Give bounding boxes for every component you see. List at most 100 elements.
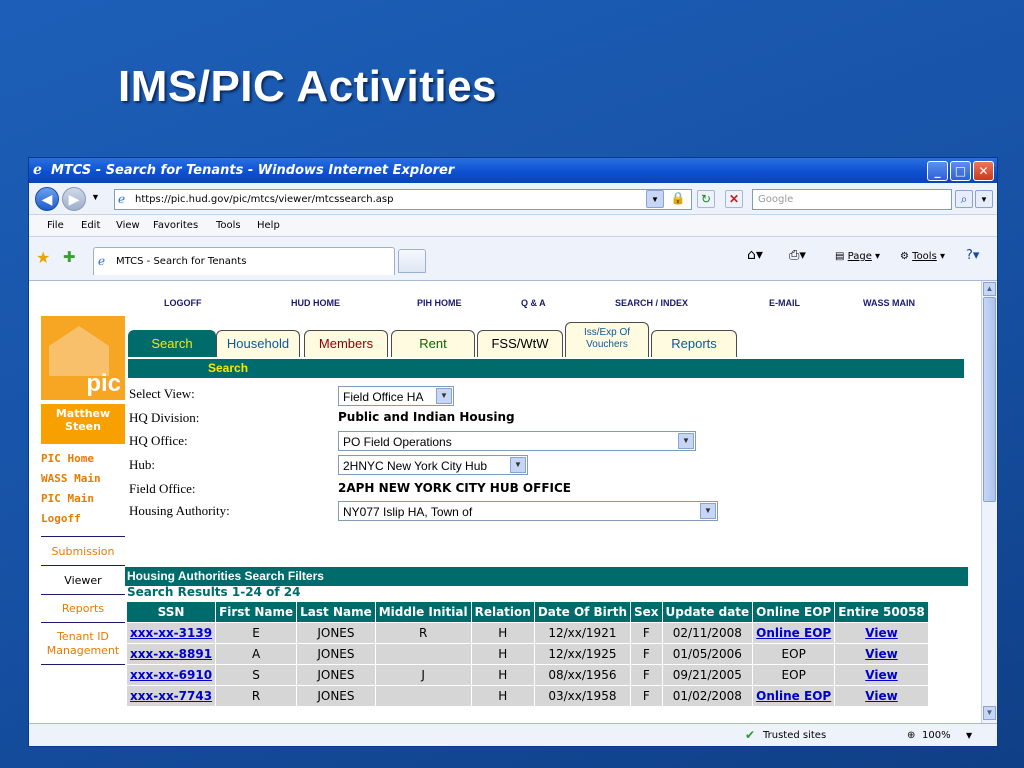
favorites-star-icon[interactable]: ★ (36, 248, 50, 268)
table-cell: xxx-xx-3139 (125, 622, 217, 644)
menu-view[interactable]: View (116, 220, 140, 231)
zoom-icon[interactable]: ⊕ (907, 730, 915, 741)
select-view-dropdown[interactable]: Field Office HA ▼ (338, 386, 454, 406)
address-dropdown-icon[interactable]: ▼ (646, 190, 664, 208)
menu-file[interactable]: File (47, 220, 64, 231)
tab-fss-wtw[interactable]: FSS/WtW (477, 330, 563, 357)
nav-q-and-a[interactable]: Q & A (521, 298, 546, 308)
vertical-scrollbar[interactable]: ▲ ▼ (981, 281, 997, 723)
home-icon[interactable]: ⌂▾ (747, 247, 763, 263)
page-menu[interactable]: ▤ Page ▾ (835, 251, 880, 262)
hq-office-dropdown[interactable]: PO Field Operations ▼ (338, 431, 696, 451)
add-favorites-icon[interactable]: ✚ (63, 248, 76, 266)
tools-menu-label: Tools (912, 251, 937, 262)
table-cell: 01/05/2006 (661, 643, 754, 665)
new-tab-button[interactable] (398, 249, 426, 273)
tab-rent[interactable]: Rent (391, 330, 475, 357)
table-cell: View (834, 685, 929, 707)
search-input[interactable]: Google (752, 189, 952, 210)
online-eop-link[interactable]: Online EOP (756, 689, 831, 703)
nav-pih-home[interactable]: PIH HOME (417, 298, 462, 308)
ssn-link[interactable]: xxx-xx-7743 (130, 689, 212, 703)
table-cell: xxx-xx-8891 (125, 643, 217, 665)
scroll-down-icon[interactable]: ▼ (983, 706, 996, 720)
view-link[interactable]: View (865, 647, 897, 661)
minimize-button[interactable]: _ (927, 161, 948, 181)
table-cell (374, 643, 472, 665)
table-cell: H (470, 643, 535, 665)
side-link-wass-main[interactable]: WASS Main (41, 472, 101, 485)
help-icon[interactable]: ?▾ (966, 248, 979, 263)
search-options-icon[interactable]: ▼ (975, 190, 993, 208)
scroll-thumb[interactable] (983, 297, 996, 502)
chevron-down-icon: ▼ (678, 433, 694, 449)
sidenav-tenant-id-management[interactable]: Tenant ID Management (41, 630, 125, 658)
nav-wass-main[interactable]: WASS MAIN (863, 298, 915, 308)
lock-icon[interactable]: 🔒 (669, 190, 687, 208)
nav-hud-home[interactable]: HUD HOME (291, 298, 340, 308)
table-cell: EOP (752, 643, 836, 665)
filters-header: Housing Authorities Search Filters (125, 567, 968, 586)
stop-icon[interactable]: ✕ (725, 190, 743, 208)
address-bar[interactable]: ℯ https://pic.hud.gov/pic/mtcs/viewer/mt… (114, 189, 692, 210)
nav-email[interactable]: E-MAIL (769, 298, 800, 308)
side-divider (41, 536, 125, 537)
side-link-logoff[interactable]: Logoff (41, 512, 81, 525)
forward-button[interactable]: ▶ (62, 187, 86, 211)
nav-logoff[interactable]: LOGOFF (164, 298, 202, 308)
zoom-dropdown-icon[interactable]: ▼ (966, 731, 972, 740)
menu-bar: File Edit View Favorites Tools Help (29, 215, 997, 237)
history-dropdown-icon[interactable]: ▼ (91, 192, 100, 202)
housing-authority-value: NY077 Islip HA, Town of (343, 505, 473, 519)
zoom-level[interactable]: 100% (922, 730, 951, 741)
hub-label: Hub: (129, 457, 155, 472)
results-table: SSN First Name Last Name Middle Initial Rela… (125, 601, 929, 707)
housing-authority-dropdown[interactable]: NY077 Islip HA, Town of ▼ (338, 501, 718, 521)
ssn-link[interactable]: xxx-xx-8891 (130, 647, 212, 661)
back-button[interactable]: ◀ (35, 187, 59, 211)
search-icon[interactable]: ⌕ (955, 190, 973, 208)
tab-household[interactable]: Household (216, 330, 300, 357)
tab-members[interactable]: Members (304, 330, 388, 357)
browser-tab[interactable]: ℯ MTCS - Search for Tenants (93, 247, 395, 275)
menu-tools[interactable]: Tools (216, 220, 241, 231)
ie-icon: ℯ (33, 162, 42, 178)
tab-iss-exp-vouchers[interactable]: Iss/Exp Of Vouchers (565, 322, 649, 357)
view-link[interactable]: View (865, 689, 897, 703)
column-header: Update date (661, 601, 754, 623)
view-link[interactable]: View (865, 626, 897, 640)
print-icon[interactable]: ⎙▾ (789, 248, 806, 263)
column-header: Entire 50058 (834, 601, 929, 623)
refresh-icon[interactable]: ↻ (697, 190, 715, 208)
nav-search-index[interactable]: SEARCH / INDEX (615, 298, 688, 308)
maximize-button[interactable]: □ (950, 161, 971, 181)
side-link-pic-main[interactable]: PIC Main (41, 492, 94, 505)
url-text: https://pic.hud.gov/pic/mtcs/viewer/mtcs… (135, 194, 394, 205)
close-button[interactable]: ✕ (973, 161, 994, 181)
menu-edit[interactable]: Edit (81, 220, 100, 231)
online-eop-link[interactable]: Online EOP (756, 626, 831, 640)
side-link-pic-home[interactable]: PIC Home (41, 452, 94, 465)
tab-reports[interactable]: Reports (651, 330, 737, 357)
browser-tab-label: MTCS - Search for Tenants (116, 256, 247, 267)
ssn-link[interactable]: xxx-xx-3139 (130, 626, 212, 640)
table-cell: View (834, 622, 929, 644)
tab-search[interactable]: Search (128, 330, 216, 357)
scroll-up-icon[interactable]: ▲ (983, 282, 996, 296)
ssn-link[interactable]: xxx-xx-6910 (130, 668, 212, 682)
sidenav-viewer[interactable]: Viewer (41, 574, 125, 587)
column-header: First Name (215, 601, 298, 623)
table-cell: xxx-xx-6910 (125, 664, 217, 686)
side-divider (41, 565, 125, 566)
menu-favorites[interactable]: Favorites (153, 220, 198, 231)
hub-dropdown[interactable]: 2HNYC New York City Hub ▼ (338, 455, 528, 475)
sidenav-reports[interactable]: Reports (41, 602, 125, 615)
table-row: xxx-xx-7743 R JONES H 03/xx/1958 F 01/02/2008 O… (125, 685, 929, 707)
tools-menu[interactable]: ⚙ Tools ▾ (900, 251, 945, 262)
menu-help[interactable]: Help (257, 220, 280, 231)
table-cell: F (630, 664, 663, 686)
sidenav-submission[interactable]: Submission (41, 545, 125, 558)
table-cell: EOP (752, 664, 836, 686)
view-link[interactable]: View (865, 668, 897, 682)
table-cell: F (630, 685, 663, 707)
